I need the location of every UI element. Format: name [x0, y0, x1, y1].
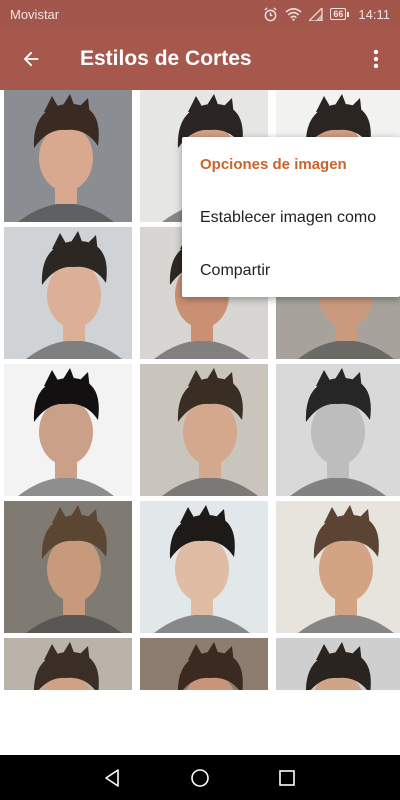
nav-recents-icon	[278, 769, 295, 786]
empty-space	[0, 690, 400, 755]
status-icons: 66 14:11	[263, 7, 390, 22]
signal-icon	[309, 7, 324, 21]
overflow-menu-button[interactable]	[352, 28, 400, 90]
haircut-photo-12[interactable]	[276, 501, 400, 633]
menu-item-set-image-as[interactable]: Establecer imagen como	[182, 191, 400, 244]
haircut-photo-7[interactable]	[4, 364, 132, 496]
menu-item-share[interactable]: Compartir	[182, 244, 400, 297]
battery-icon: 66	[330, 8, 350, 20]
clock: 14:11	[358, 6, 390, 22]
nav-home-icon	[191, 768, 209, 787]
menu-header: Opciones de imagen	[200, 155, 347, 173]
system-nav-bar	[0, 755, 400, 800]
haircut-photo-8[interactable]	[140, 364, 268, 496]
battery-tip	[347, 11, 350, 17]
haircut-photo-9[interactable]	[276, 364, 400, 496]
nav-back-icon	[105, 768, 120, 787]
app-bar: Estilos de Cortes	[0, 28, 400, 90]
arrow-back-icon	[23, 51, 39, 67]
haircut-photo-1[interactable]	[4, 90, 132, 222]
more-vert-icon	[373, 49, 379, 69]
battery-level: 66	[330, 8, 347, 20]
haircut-photo-14[interactable]	[140, 638, 268, 690]
alarm-icon	[263, 6, 278, 22]
screen: Movistar 66 14:11 Estilos de Cortes Opci…	[0, 0, 400, 800]
nav-back-button[interactable]	[93, 758, 133, 798]
haircut-photo-15[interactable]	[276, 638, 400, 690]
carrier-name: Movistar	[10, 6, 60, 22]
wifi-icon	[285, 7, 302, 21]
haircut-photo-13[interactable]	[4, 638, 132, 690]
nav-recents-button[interactable]	[267, 758, 307, 798]
status-bar: Movistar 66 14:11	[0, 0, 400, 28]
haircut-photo-11[interactable]	[140, 501, 268, 633]
nav-home-button[interactable]	[180, 758, 220, 798]
haircut-photo-10[interactable]	[4, 501, 132, 633]
haircut-photo-4[interactable]	[4, 227, 132, 359]
page-title: Estilos de Cortes	[80, 47, 252, 70]
back-button[interactable]	[0, 28, 62, 90]
image-options-menu: Opciones de imagen Establecer imagen com…	[182, 137, 400, 297]
